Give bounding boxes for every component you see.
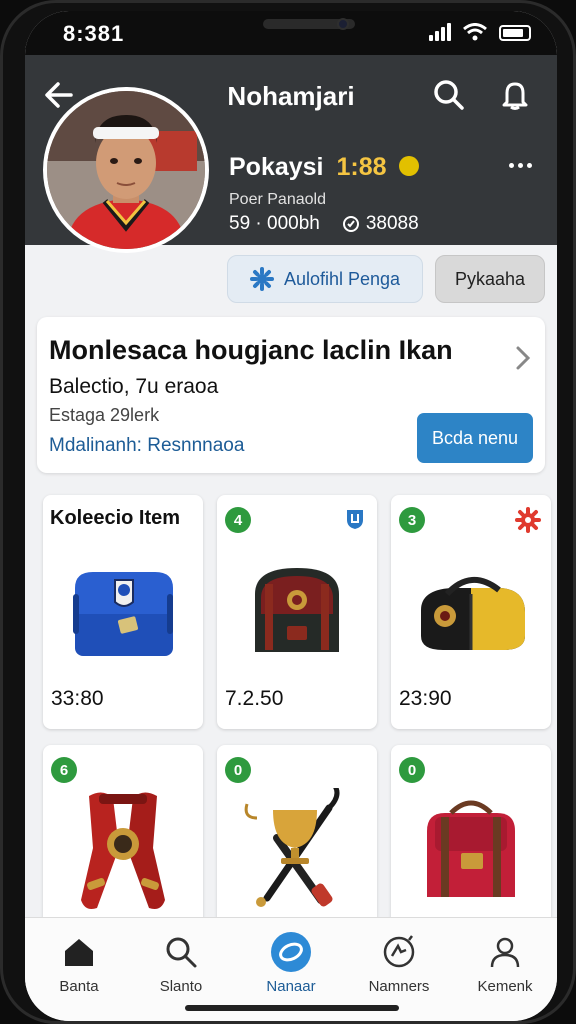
bell-icon: [502, 82, 528, 110]
item-card[interactable]: 6: [43, 745, 203, 935]
gear-icon: [249, 267, 274, 291]
dark-backpack-image: [217, 541, 377, 677]
phone-frame: 8:381 Nohamjari Pokaysi 1:88 Poer Panaol…: [0, 0, 576, 1024]
status-bar: 8:381: [25, 11, 557, 55]
medal-icon: [342, 215, 359, 232]
info-card-subtitle: Balectio, 7u eraoa: [49, 375, 219, 398]
item-card[interactable]: Koleecio Item 33:80: [43, 495, 203, 729]
item-card[interactable]: 0: [391, 745, 551, 935]
stat-followers: 59 · 000bh: [229, 213, 320, 234]
nav-item-search[interactable]: Slanto: [133, 932, 229, 995]
item-count-badge: 3: [399, 507, 425, 533]
avatar[interactable]: [43, 87, 209, 253]
stat-points-wrap: 38088: [342, 213, 419, 235]
search-button[interactable]: [429, 75, 469, 115]
nav-item-home[interactable]: Banta: [31, 932, 127, 995]
nav-label: Kemenk: [477, 978, 533, 995]
item-card-heading: Koleecio Item: [50, 507, 181, 529]
avatar-photo: [47, 91, 205, 249]
red-harness-image: [43, 785, 203, 921]
item-price: 33:80: [51, 687, 104, 710]
yellow-duffel-image: [391, 541, 551, 677]
trophy-hook-image: [217, 785, 377, 921]
profile-subtitle: Poer Panaold: [229, 191, 326, 208]
info-card-title: Monlesaca hougjanc laclin Ikan: [49, 335, 453, 365]
nav-label: Slanto: [159, 978, 203, 995]
battery-icon: [499, 25, 531, 41]
secondary-action-button[interactable]: Pykaaha: [435, 255, 545, 303]
item-count-badge: 6: [51, 757, 77, 783]
search-icon: [434, 80, 464, 110]
red-bag-image: [391, 785, 551, 921]
secondary-action-label: Pykaaha: [454, 268, 526, 289]
profile-stats: 59 · 000bh 38088: [229, 213, 419, 235]
nav-item-members[interactable]: Namners: [351, 932, 447, 995]
item-card[interactable]: 4 7.2.50: [217, 495, 377, 729]
primary-action-label: Aulofihl Penga: [283, 268, 401, 289]
nav-item-explore[interactable]: Nanaar: [243, 932, 339, 995]
profile-name-row: Pokaysi 1:88: [229, 153, 420, 182]
profile-level: 1:88: [336, 153, 387, 181]
chevron-right-icon[interactable]: [515, 345, 531, 371]
item-card[interactable]: 0: [217, 745, 377, 935]
home-icon: [65, 939, 93, 966]
info-card-detail: Estaga 29lerk: [49, 405, 160, 425]
blue-satchel-image: [43, 541, 203, 677]
nav-label: Nanaar: [266, 978, 316, 995]
item-card[interactable]: 3 23:90: [391, 495, 551, 729]
info-card[interactable]: Monlesaca hougjanc laclin Ikan Balectio,…: [37, 317, 545, 473]
verified-icon: [399, 156, 420, 177]
item-price: 7.2.50: [225, 687, 284, 710]
item-count-badge: 4: [225, 507, 251, 533]
info-card-link[interactable]: Mdalinanh: Resnnnaoa: [49, 435, 244, 457]
app-screen: 8:381 Nohamjari Pokaysi 1:88 Poer Panaol…: [25, 11, 557, 1021]
more-options-button[interactable]: [503, 153, 537, 177]
search-icon: [166, 937, 197, 968]
profile-name: Pokaysi: [229, 153, 324, 181]
status-icons: [429, 23, 531, 41]
item-price: 23:90: [399, 687, 452, 710]
wifi-icon: [463, 23, 487, 41]
notification-button[interactable]: [495, 75, 535, 115]
item-count-badge: 0: [225, 757, 251, 783]
signal-icon: [429, 23, 451, 41]
home-indicator[interactable]: [185, 1005, 399, 1011]
nav-label: Banta: [59, 978, 99, 995]
profile-icon: [490, 937, 520, 968]
info-card-button[interactable]: Bcda nenu: [417, 413, 533, 463]
badge-icon: [383, 935, 415, 968]
item-count-badge: 0: [399, 757, 425, 783]
status-time: 8:381: [63, 21, 125, 46]
stat-points: 38088: [365, 213, 419, 234]
nav-item-profile[interactable]: Kemenk: [457, 932, 553, 995]
front-camera: [337, 18, 349, 30]
shield-icon: [347, 510, 363, 529]
compass-icon: [271, 932, 311, 972]
primary-action-button[interactable]: Aulofihl Penga: [227, 255, 423, 303]
nav-label: Namners: [368, 978, 430, 995]
cog-icon: [515, 507, 541, 533]
